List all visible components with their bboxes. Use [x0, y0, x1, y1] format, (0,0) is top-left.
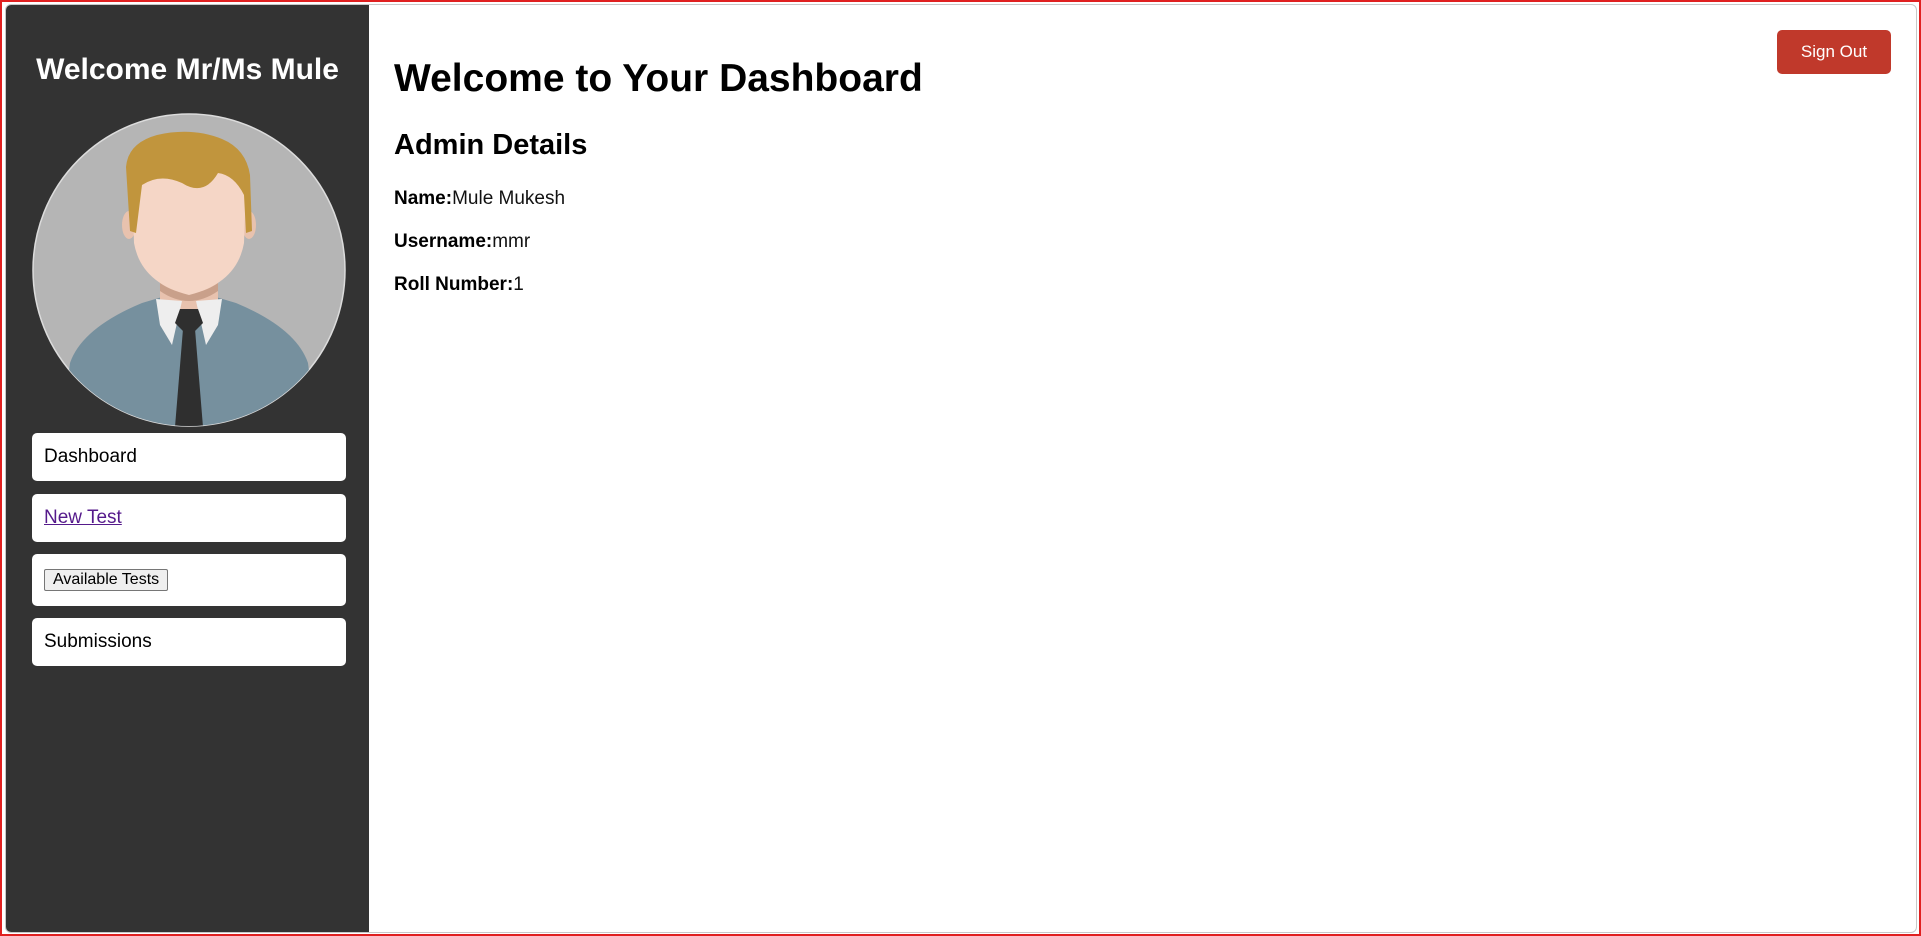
detail-name-label: Name: [394, 188, 453, 209]
sidebar-item-dashboard[interactable]: Dashboard [32, 433, 346, 481]
sidebar-item-available-tests: Available Tests [32, 554, 346, 606]
detail-roll-number-label: Roll Number: [394, 274, 514, 295]
detail-name: Name:Mule Mukesh [394, 188, 565, 210]
detail-roll-number-value: 1 [513, 274, 524, 295]
sidebar: Welcome Mr/Ms Mule Dashboard New Test Av… [6, 5, 369, 932]
sidebar-item-new-test: New Test [32, 494, 346, 542]
sidebar-welcome-title: Welcome Mr/Ms Mule [36, 53, 339, 86]
detail-username-label: Username: [394, 231, 493, 252]
sidebar-item-submissions-label: Submissions [44, 631, 152, 652]
sidebar-item-dashboard-label: Dashboard [44, 446, 137, 467]
detail-roll-number: Roll Number:1 [394, 274, 524, 296]
sidebar-item-submissions[interactable]: Submissions [32, 618, 346, 666]
detail-username: Username:mmr [394, 231, 530, 253]
sign-out-button[interactable]: Sign Out [1777, 30, 1891, 74]
app-window: Welcome Mr/Ms Mule Dashboard New Test Av… [5, 4, 1917, 933]
user-avatar-icon [32, 113, 346, 427]
section-title-admin-details: Admin Details [394, 129, 588, 161]
available-tests-button[interactable]: Available Tests [44, 569, 169, 591]
new-test-link[interactable]: New Test [44, 507, 122, 529]
detail-username-value: mmr [492, 231, 531, 252]
browser-frame: Welcome Mr/Ms Mule Dashboard New Test Av… [0, 0, 1921, 936]
detail-name-value: Mule Mukesh [452, 188, 566, 209]
page-title: Welcome to Your Dashboard [394, 57, 923, 100]
